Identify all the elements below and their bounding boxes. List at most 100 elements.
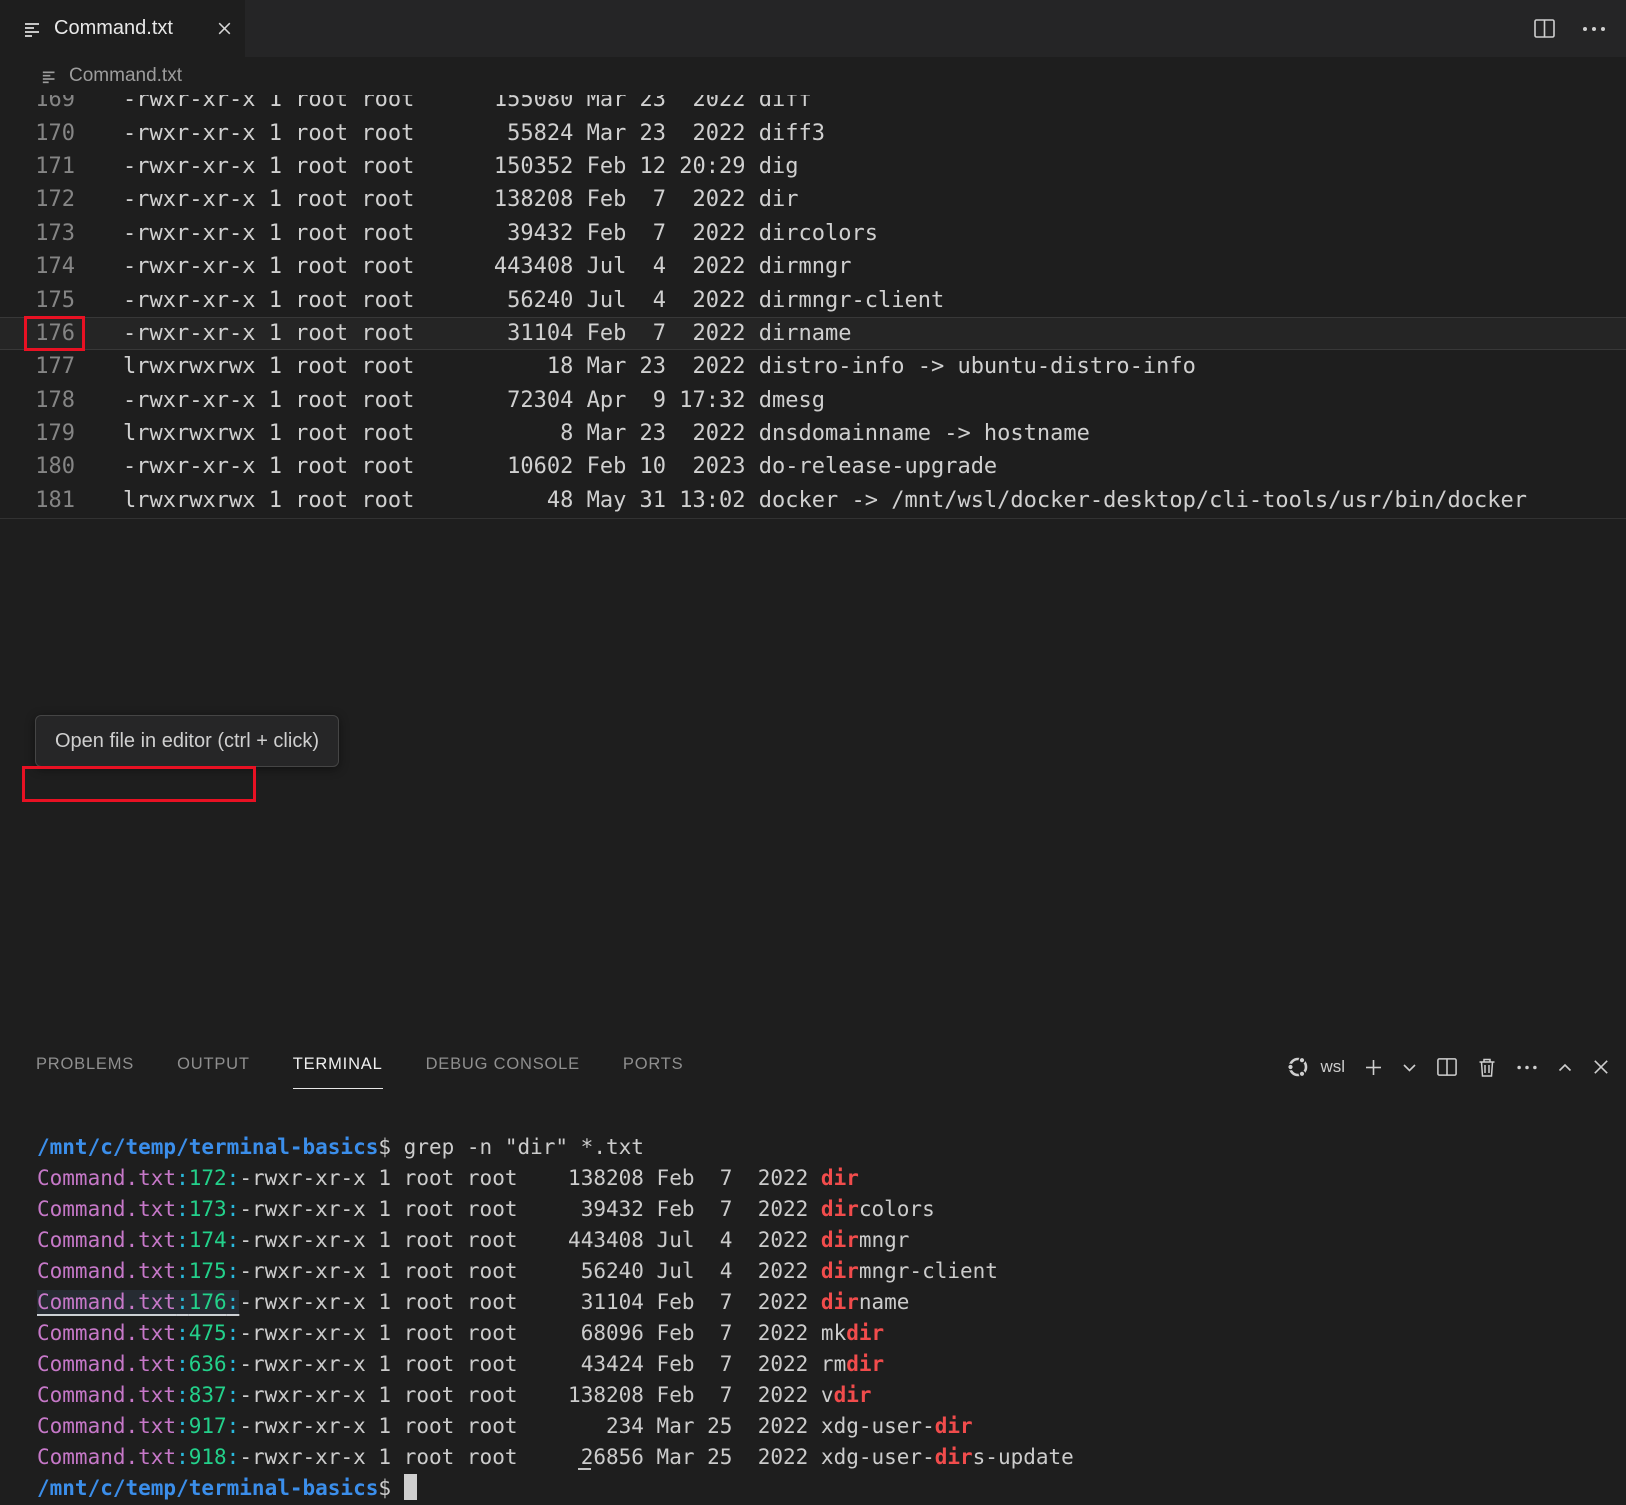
editor-line-text[interactable]: -rwxr-xr-x 1 root root 55824 Mar 23 2022… <box>123 121 825 146</box>
editor-more-actions-icon[interactable] <box>1582 25 1606 33</box>
line-number[interactable]: 175 <box>0 288 75 313</box>
link-file-name[interactable]: Command.txt <box>37 1197 176 1221</box>
editor-line[interactable]: 178 -rwxr-xr-x 1 root root 72304 Apr 9 17… <box>0 384 1626 417</box>
panel-tab-output[interactable]: OUTPUT <box>177 1055 250 1089</box>
editor-line-text[interactable]: -rwxr-xr-x 1 root root 56240 Jul 4 2022 … <box>123 288 944 313</box>
editor-line-text[interactable]: -rwxr-xr-x 1 root root 31104 Feb 7 2022 … <box>123 321 851 346</box>
file-line-link[interactable]: Command.txt:176: <box>37 1290 239 1314</box>
editor-line-text[interactable]: -rwxr-xr-x 1 root root 443408 Jul 4 2022… <box>123 254 851 279</box>
link-file-name[interactable]: Command.txt <box>37 1414 176 1438</box>
split-terminal-icon[interactable] <box>1436 1056 1458 1078</box>
link-line-number[interactable]: 174 <box>189 1228 227 1252</box>
terminal-profile-label[interactable]: wsl <box>1320 1057 1345 1077</box>
editor-line[interactable]: 173 -rwxr-xr-x 1 root root 39432 Feb 7 20… <box>0 217 1626 250</box>
editor-line[interactable]: 175 -rwxr-xr-x 1 root root 56240 Jul 4 20… <box>0 283 1626 316</box>
line-number[interactable]: 181 <box>0 488 75 513</box>
panel-more-actions-icon[interactable] <box>1516 1064 1538 1071</box>
editor-line[interactable]: 176-rwxr-xr-x 1 root root 31104 Feb 7 20… <box>0 317 1626 350</box>
file-line-link[interactable]: Command.txt:636: <box>37 1352 239 1376</box>
line-number[interactable]: 171 <box>0 154 75 179</box>
close-panel-icon[interactable] <box>1592 1058 1610 1076</box>
file-line-link[interactable]: Command.txt:917: <box>37 1414 239 1438</box>
link-file-name[interactable]: Command.txt <box>37 1445 176 1469</box>
breadcrumb-item-file[interactable]: Command.txt <box>69 65 182 87</box>
link-separator[interactable]: : <box>227 1197 240 1221</box>
link-separator[interactable]: : <box>176 1166 189 1190</box>
link-separator[interactable]: : <box>176 1290 189 1314</box>
link-separator[interactable]: : <box>176 1352 189 1376</box>
tab-close-icon[interactable] <box>216 20 233 37</box>
line-number[interactable]: 170 <box>0 121 75 146</box>
link-file-name[interactable]: Command.txt <box>37 1228 176 1252</box>
link-separator[interactable]: : <box>227 1352 240 1376</box>
link-separator[interactable]: : <box>176 1445 189 1469</box>
line-number[interactable]: 173 <box>0 221 75 246</box>
editor-line-text[interactable]: -rwxr-xr-x 1 root root 155080 Mar 23 202… <box>123 95 812 112</box>
editor-line[interactable]: 171-rwxr-xr-x 1 root root 150352 Feb 12 … <box>0 150 1626 183</box>
link-line-number[interactable]: 175 <box>189 1259 227 1283</box>
editor-line-text[interactable]: -rwxr-xr-x 1 root root 138208 Feb 7 2022… <box>123 187 799 212</box>
editor-line[interactable]: 174 -rwxr-xr-x 1 root root 443408 Jul 4 2… <box>0 250 1626 283</box>
editor-line-text[interactable]: -rwxr-xr-x 1 root root 39432 Feb 7 2022 … <box>123 221 878 246</box>
link-separator[interactable]: : <box>227 1383 240 1407</box>
link-separator[interactable]: : <box>227 1166 240 1190</box>
file-line-link[interactable]: Command.txt:173: <box>37 1197 239 1221</box>
file-line-link[interactable]: Command.txt:175: <box>37 1259 239 1283</box>
editor-line[interactable]: 170 -rwxr-xr-x 1 root root 55824 Mar 23 2… <box>0 116 1626 149</box>
link-separator[interactable]: : <box>227 1321 240 1345</box>
link-line-number[interactable]: 636 <box>189 1352 227 1376</box>
editor-line-text[interactable]: lrwxrwxrwx 1 root root 18 Mar 23 2022 di… <box>123 354 1196 379</box>
line-number[interactable]: 172 <box>0 187 75 212</box>
editor-line[interactable]: 180 -rwxr-xr-x 1 root root 10602 Feb 10 2… <box>0 450 1626 483</box>
line-number[interactable]: 174 <box>0 254 75 279</box>
link-separator[interactable]: : <box>227 1445 240 1469</box>
editor-line[interactable]: 177 lrwxrwxrwx 1 root root 18 Mar 23 2022… <box>0 350 1626 383</box>
link-line-number[interactable]: 475 <box>189 1321 227 1345</box>
link-file-name[interactable]: Command.txt <box>37 1290 176 1314</box>
link-separator[interactable]: : <box>227 1259 240 1283</box>
link-file-name[interactable]: Command.txt <box>37 1259 176 1283</box>
line-number[interactable]: 180 <box>0 454 75 479</box>
kill-terminal-trash-icon[interactable] <box>1477 1057 1497 1078</box>
link-separator[interactable]: : <box>176 1228 189 1252</box>
file-line-link[interactable]: Command.txt:475: <box>37 1321 239 1345</box>
line-number[interactable]: 179 <box>0 421 75 446</box>
link-line-number[interactable]: 172 <box>189 1166 227 1190</box>
editor[interactable]: 169 -rwxr-xr-x 1 root root 155080 Mar 23 … <box>0 95 1626 518</box>
line-number[interactable]: 169 <box>0 95 75 112</box>
panel-tab-ports[interactable]: PORTS <box>623 1055 684 1089</box>
line-number[interactable]: 177 <box>0 354 75 379</box>
file-line-link[interactable]: Command.txt:174: <box>37 1228 239 1252</box>
line-number[interactable]: 178 <box>0 388 75 413</box>
file-line-link[interactable]: Command.txt:918: <box>37 1445 239 1469</box>
link-line-number[interactable]: 837 <box>189 1383 227 1407</box>
launch-profile-chevron-down-icon[interactable] <box>1402 1062 1417 1073</box>
link-separator[interactable]: : <box>176 1414 189 1438</box>
link-separator[interactable]: : <box>176 1321 189 1345</box>
link-separator[interactable]: : <box>227 1228 240 1252</box>
tab-command-txt[interactable]: Command.txt <box>0 0 245 57</box>
link-separator[interactable]: : <box>227 1290 240 1314</box>
panel-tab-problems[interactable]: PROBLEMS <box>36 1055 134 1089</box>
link-line-number[interactable]: 917 <box>189 1414 227 1438</box>
maximize-panel-chevron-up-icon[interactable] <box>1557 1062 1573 1073</box>
link-file-name[interactable]: Command.txt <box>37 1352 176 1376</box>
file-line-link[interactable]: Command.txt:172: <box>37 1166 239 1190</box>
editor-line-text[interactable]: -rwxr-xr-x 1 root root 10602 Feb 10 2023… <box>123 454 997 479</box>
link-line-number[interactable]: 173 <box>189 1197 227 1221</box>
link-file-name[interactable]: Command.txt <box>37 1166 176 1190</box>
editor-line-text[interactable]: lrwxrwxrwx 1 root root 48 May 31 13:02 d… <box>123 488 1527 513</box>
link-file-name[interactable]: Command.txt <box>37 1321 176 1345</box>
link-separator[interactable]: : <box>176 1259 189 1283</box>
editor-line[interactable]: 169 -rwxr-xr-x 1 root root 155080 Mar 23 … <box>0 95 1626 116</box>
link-separator[interactable]: : <box>227 1414 240 1438</box>
link-line-number[interactable]: 176 <box>189 1290 227 1314</box>
editor-line-text[interactable]: lrwxrwxrwx 1 root root 8 Mar 23 2022 dns… <box>123 421 1090 446</box>
link-separator[interactable]: : <box>176 1197 189 1221</box>
link-separator[interactable]: : <box>176 1383 189 1407</box>
editor-line-text[interactable]: -rwxr-xr-x 1 root root 72304 Apr 9 17:32… <box>123 388 825 413</box>
file-line-link[interactable]: Command.txt:837: <box>37 1383 239 1407</box>
editor-line[interactable]: 181 lrwxrwxrwx 1 root root 48 May 31 13:0… <box>0 484 1626 517</box>
link-file-name[interactable]: Command.txt <box>37 1383 176 1407</box>
panel-tab-debug-console[interactable]: DEBUG CONSOLE <box>426 1055 580 1089</box>
